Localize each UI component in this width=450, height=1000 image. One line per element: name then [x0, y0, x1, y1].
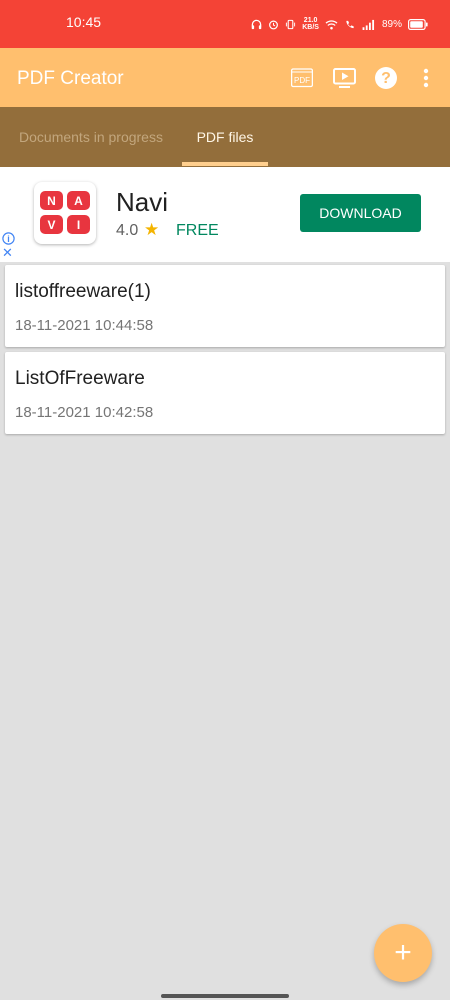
ad-app-logo[interactable]: N A V I [34, 182, 96, 244]
wifi-calling-icon [346, 20, 354, 28]
help-icon[interactable]: ? [374, 66, 398, 90]
pdf-icon-text: PDF [294, 76, 310, 85]
plus-icon: + [394, 936, 412, 969]
file-name: listoffreeware(1) [15, 281, 151, 302]
tab-bar: Documents in progress PDF files [0, 107, 450, 167]
ad-app-name[interactable]: Navi [116, 187, 168, 218]
logo-letter-v: V [47, 218, 55, 232]
add-fab-button[interactable]: + [374, 924, 432, 982]
battery-icon [408, 18, 428, 30]
headphones-icon [251, 19, 262, 29]
ad-close-icon[interactable]: ✕ [2, 246, 13, 259]
status-time: 10:45 [66, 14, 102, 30]
file-date: 18-11-2021 10:42:58 [15, 404, 154, 421]
active-tab-indicator [182, 162, 268, 166]
video-tutorial-icon[interactable] [332, 66, 356, 90]
tab-pdf-files[interactable]: PDF files [182, 107, 268, 167]
signal-icon [362, 19, 375, 30]
network-speed-unit: KB/S [302, 24, 319, 31]
tab-label: PDF files [196, 129, 254, 145]
file-name: ListOfFreeware [15, 368, 145, 389]
ad-info-symbol: i [7, 234, 10, 244]
app-title: PDF Creator [17, 68, 124, 89]
gesture-nav-handle[interactable] [161, 994, 289, 998]
file-list-item[interactable]: listoffreeware(1) 18-11-2021 10:44:58 [5, 265, 445, 347]
file-date: 18-11-2021 10:44:58 [15, 317, 154, 334]
wifi-icon [325, 19, 338, 29]
network-speed-value: 21.0 [303, 17, 318, 24]
file-list-item[interactable]: ListOfFreeware 18-11-2021 10:42:58 [5, 352, 445, 434]
help-icon-text: ? [381, 70, 391, 87]
status-icons: 21.0 KB/S 89% [251, 17, 428, 31]
tab-label: Documents in progress [19, 129, 163, 145]
logo-letter-n: N [47, 194, 56, 208]
status-bar: 10:45 21.0 KB/S 89% [0, 0, 450, 48]
logo-letter-a: A [74, 194, 83, 208]
logo-letter-i: I [77, 218, 80, 232]
ad-price: FREE [176, 222, 219, 239]
pdf-file-icon[interactable]: PDF [290, 66, 314, 90]
app-bar: PDF Creator PDF ? [0, 48, 450, 107]
more-options-icon[interactable] [414, 66, 438, 90]
network-speed: 21.0 KB/S [302, 17, 319, 31]
vibrate-icon [286, 19, 296, 29]
ad-rating: 4.0 [116, 222, 139, 239]
star-icon: ★ [144, 220, 160, 239]
ad-download-label: DOWNLOAD [319, 205, 402, 221]
tab-documents-in-progress[interactable]: Documents in progress [0, 107, 182, 167]
ad-download-button[interactable]: DOWNLOAD [300, 194, 421, 232]
battery-percent: 89% [381, 18, 402, 30]
ad-banner[interactable]: N A V I Navi 4.0 ★ FREE DOWNLOAD i ✕ [0, 167, 450, 262]
alarm-icon [269, 20, 279, 29]
